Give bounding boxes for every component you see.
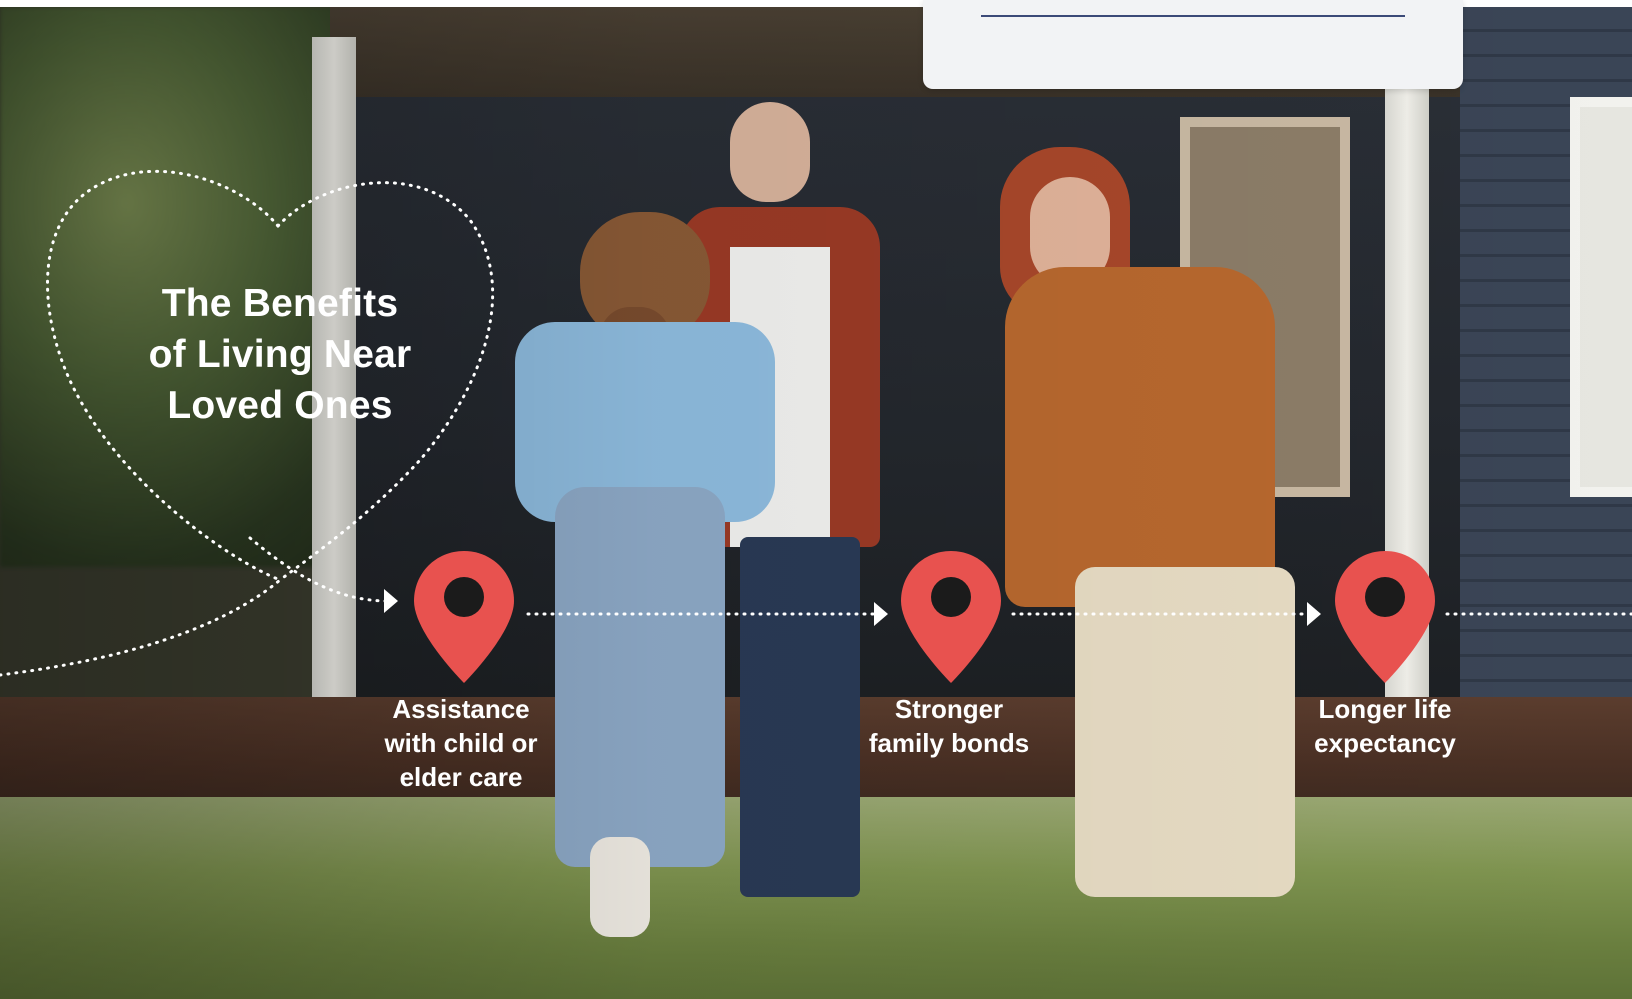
benefit-label-bonds: Stronger family bonds: [839, 692, 1059, 760]
location-pin-icon: [901, 551, 1001, 683]
benefit-line: Stronger: [894, 694, 1004, 724]
benefit-label-care: Assistance with child or elder care: [351, 692, 571, 794]
benefit-line: family bonds: [868, 728, 1030, 758]
location-pin-icon: [414, 551, 514, 683]
arrowhead-icon: [1307, 602, 1321, 626]
benefit-line: with child or: [384, 728, 538, 758]
benefit-label-longevity: Longer life expectancy: [1275, 692, 1495, 760]
headline-line: Loved Ones: [167, 384, 393, 427]
arrowhead-icon: [874, 602, 888, 626]
headline-line: The Benefits: [161, 282, 399, 325]
benefit-line: Longer life: [1318, 694, 1452, 724]
headline-line: of Living Near: [148, 333, 412, 376]
benefit-line: Assistance: [392, 694, 530, 724]
infographic-page: The Benefits of Living Near Loved Ones A…: [0, 0, 1632, 999]
location-pin-icon: [1335, 551, 1435, 683]
benefit-line: expectancy: [1314, 728, 1456, 758]
benefit-line: elder care: [399, 762, 523, 792]
headline: The Benefits of Living Near Loved Ones: [110, 278, 450, 431]
